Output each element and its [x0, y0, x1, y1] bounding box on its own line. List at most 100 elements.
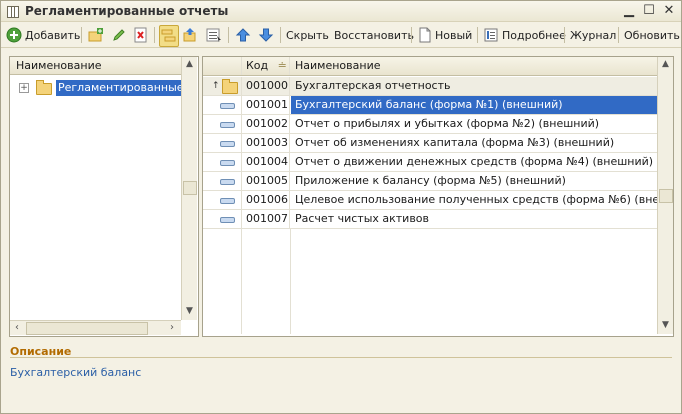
- row-code: 001004: [242, 153, 290, 171]
- details-button[interactable]: Подробнее: [483, 25, 566, 45]
- row-code: 001002: [242, 115, 290, 133]
- arrow-down-icon: [258, 27, 274, 43]
- table-row[interactable]: 001002 Отчет о прибылях и убытках (форма…: [203, 115, 657, 134]
- toolbar-separator: [280, 27, 281, 43]
- delete-icon: [133, 27, 149, 43]
- new-button[interactable]: Новый: [417, 25, 472, 45]
- row-icon-cell: [203, 96, 242, 114]
- table-vertical-scrollbar[interactable]: ▲ ▼: [657, 57, 673, 334]
- row-icon-cell: ↑: [203, 77, 242, 95]
- row-name: Отчет о движении денежных средств (форма…: [295, 155, 654, 168]
- scroll-thumb[interactable]: [26, 322, 148, 335]
- table-icon: [7, 6, 19, 18]
- table-row[interactable]: 001003 Отчет об изменениях капитала (фор…: [203, 134, 657, 153]
- table-row[interactable]: 001001 Бухгалтерский баланс (форма №1) (…: [203, 96, 657, 115]
- sort-icon: ≐: [277, 59, 287, 72]
- title-bar: Регламентированные отчеты ▁ ☐ ✕: [1, 1, 681, 22]
- row-icon-cell: [203, 210, 242, 228]
- scroll-thumb[interactable]: [659, 189, 673, 203]
- pencil-icon: [111, 27, 127, 43]
- table-row[interactable]: 001005 Приложение к балансу (форма №5) (…: [203, 172, 657, 191]
- journal-button[interactable]: Журнал: [570, 25, 616, 45]
- scroll-thumb[interactable]: [183, 181, 197, 195]
- list-mode-button[interactable]: [206, 25, 222, 45]
- report-window: Регламентированные отчеты ▁ ☐ ✕ Добавить: [0, 0, 682, 414]
- add-icon: [6, 27, 22, 43]
- add-folder-button[interactable]: [88, 25, 104, 45]
- toolbar-separator: [618, 27, 619, 43]
- row-name: Бухгалтерский баланс (форма №1) (внешний…: [291, 96, 657, 114]
- tree-icon: [160, 28, 176, 44]
- scroll-down-icon[interactable]: ▼: [182, 304, 197, 318]
- report-item-icon: [220, 198, 235, 204]
- tree-vertical-scrollbar[interactable]: ▲ ▼: [181, 57, 197, 320]
- toolbar-separator: [81, 27, 82, 43]
- scroll-up-icon[interactable]: ▲: [658, 57, 673, 71]
- expand-icon[interactable]: +: [19, 83, 29, 93]
- toolbar-separator: [154, 27, 155, 43]
- move-up-button[interactable]: [235, 25, 251, 45]
- tree-horizontal-scrollbar[interactable]: ‹ ›: [10, 320, 181, 335]
- scroll-right-icon[interactable]: ›: [165, 321, 179, 335]
- column-header-code[interactable]: Код ≐: [242, 57, 290, 75]
- folder-icon: [222, 79, 238, 94]
- row-icon-cell: [203, 191, 242, 209]
- toolbar-separator: [477, 27, 478, 43]
- tree-mode-button[interactable]: [159, 25, 179, 47]
- column-divider: [241, 229, 242, 334]
- refresh-label: Обновить: [624, 28, 680, 42]
- new-label: Новый: [435, 28, 473, 42]
- report-item-icon: [220, 141, 235, 147]
- row-code: 001005: [242, 172, 290, 190]
- scroll-down-icon[interactable]: ▼: [658, 318, 673, 332]
- table-header: Код ≐ Наименование: [203, 57, 657, 76]
- row-code: 001001: [242, 96, 290, 114]
- description-divider: [10, 357, 672, 358]
- hide-button[interactable]: Скрыть: [286, 25, 329, 45]
- report-item-icon: [220, 103, 235, 109]
- up-arrow-icon: ↑: [212, 81, 220, 91]
- hide-label: Скрыть: [286, 28, 329, 42]
- move-down-button[interactable]: [258, 25, 274, 45]
- tree-panel: Наименование + Регламентированные от ▲ ▼…: [9, 56, 199, 337]
- table-row[interactable]: 001007 Расчет чистых активов: [203, 210, 657, 229]
- toolbar-separator: [564, 27, 565, 43]
- level-up-button[interactable]: [182, 25, 198, 45]
- scroll-up-icon[interactable]: ▲: [182, 57, 197, 71]
- table-row[interactable]: 001006 Целевое использование полученных …: [203, 191, 657, 210]
- toolbar-separator: [411, 27, 412, 43]
- edit-button[interactable]: [111, 25, 127, 45]
- add-button[interactable]: Добавить: [6, 25, 80, 45]
- row-name: Приложение к балансу (форма №5) (внешний…: [295, 174, 566, 187]
- tree-header[interactable]: Наименование: [10, 57, 181, 75]
- arrow-up-icon: [235, 27, 251, 43]
- table-row[interactable]: ↑ 001000 Бухгалтерская отчетность: [203, 77, 657, 96]
- details-icon: [483, 27, 499, 43]
- report-item-icon: [220, 217, 235, 223]
- list-icon: [206, 27, 222, 43]
- column-header-icon[interactable]: [203, 57, 242, 75]
- tree-header-label: Наименование: [16, 59, 102, 72]
- row-name: Бухгалтерская отчетность: [295, 79, 451, 92]
- minimize-button[interactable]: ▁: [621, 3, 637, 19]
- column-divider: [290, 229, 291, 334]
- report-item-icon: [220, 179, 235, 185]
- maximize-button[interactable]: ☐: [641, 3, 657, 19]
- tree-item[interactable]: + Регламентированные от: [16, 79, 181, 97]
- column-name-label: Наименование: [295, 59, 381, 72]
- scroll-left-icon[interactable]: ‹: [10, 321, 24, 335]
- toolbar: Добавить Скрыть Восстановить Новый Подро…: [1, 23, 681, 48]
- folder-icon: [36, 80, 52, 95]
- column-code-label: Код: [246, 59, 269, 72]
- table-row[interactable]: 001004 Отчет о движении денежных средств…: [203, 153, 657, 172]
- row-code: 001000: [242, 77, 290, 95]
- column-header-name[interactable]: Наименование: [291, 57, 657, 75]
- restore-button[interactable]: Восстановить: [334, 25, 414, 45]
- close-button[interactable]: ✕: [661, 3, 677, 19]
- delete-button[interactable]: [133, 25, 149, 45]
- tree-item-label: Регламентированные от: [56, 80, 181, 96]
- add-folder-icon: [88, 27, 104, 43]
- row-name: Расчет чистых активов: [295, 212, 430, 225]
- restore-label: Восстановить: [334, 28, 414, 42]
- refresh-button[interactable]: Обновить: [624, 25, 680, 45]
